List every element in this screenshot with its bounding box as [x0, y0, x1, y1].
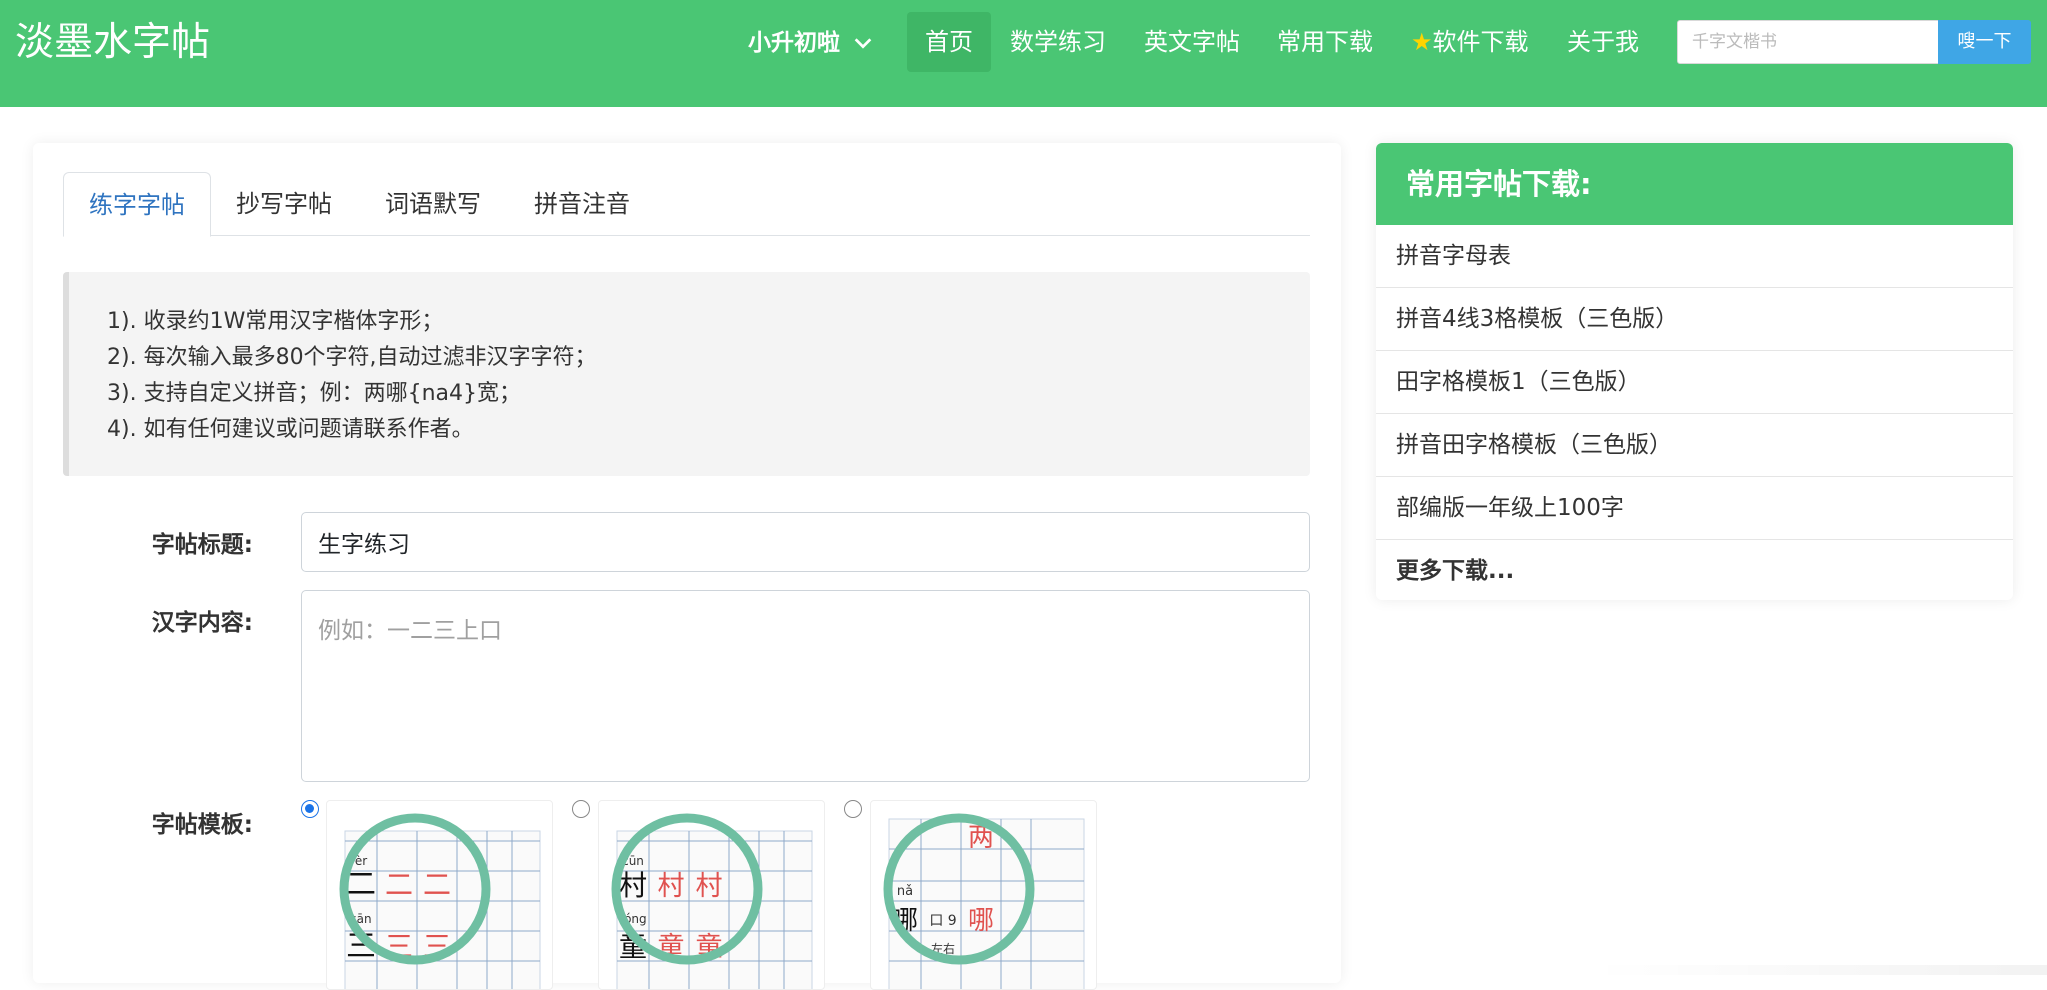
- downloads-sidebar: 常用字帖下载: 拼音字母表 拼音4线3格模板（三色版） 田字格模板1（三色版） …: [1376, 143, 2013, 600]
- star-icon: ★: [1411, 28, 1433, 56]
- sidebar-item-pinyin-tian-grid-template[interactable]: 拼音田字格模板（三色版）: [1376, 414, 2013, 477]
- svg-text:二: 二: [385, 868, 413, 901]
- template-preview-1[interactable]: 二 二 二 èr sān 三 三 三: [326, 800, 553, 990]
- nav-software-download[interactable]: ★软件下载: [1393, 12, 1547, 72]
- svg-text:二: 二: [423, 868, 451, 901]
- search-button[interactable]: 嗖一下: [1938, 20, 2031, 64]
- top-navbar: 淡墨水字帖 小升初啦 首页 数学练习 英文字帖 常用下载 ★软件下载 关于我 嗖…: [0, 0, 2047, 107]
- tab-copy-writing[interactable]: 抄写字帖: [211, 172, 357, 237]
- tab-practice-copybook[interactable]: 练字字帖: [63, 172, 211, 237]
- template-preview-image: cūn 村 村 村 tóng 童 童 童: [611, 813, 813, 989]
- nav-common-downloads[interactable]: 常用下载: [1259, 12, 1391, 72]
- template-char: 村: [619, 869, 647, 902]
- content-textarea[interactable]: [301, 590, 1310, 782]
- title-label: 字帖标题:: [151, 532, 253, 558]
- template-radio-1[interactable]: [301, 800, 319, 818]
- page-edge-shadow: [1590, 965, 2047, 975]
- tab-pinyin-annotation[interactable]: 拼音注音: [509, 172, 655, 237]
- mode-tabs: 练字字帖 抄写字帖 词语默写 拼音注音: [63, 172, 1310, 237]
- grade-dropdown-label: 小升初啦: [748, 30, 840, 56]
- instruction-line: 1). 收录约1W常用汉字楷体字形；: [107, 309, 444, 334]
- site-brand[interactable]: 淡墨水字帖: [15, 18, 210, 68]
- svg-text:村: 村: [658, 871, 685, 902]
- nav-math-practice[interactable]: 数学练习: [992, 12, 1124, 72]
- nav-home[interactable]: 首页: [907, 12, 991, 72]
- search-input[interactable]: [1677, 20, 1939, 64]
- sidebar-item-pinyin-alphabet[interactable]: 拼音字母表: [1376, 225, 2013, 288]
- sidebar-item-tian-grid-template[interactable]: 田字格模板1（三色版）: [1376, 351, 2013, 414]
- template-label: 字帖模板:: [151, 812, 253, 838]
- nav-about-me[interactable]: 关于我: [1549, 12, 1657, 72]
- sidebar-more-downloads[interactable]: 更多下载...: [1376, 540, 2013, 600]
- content-label: 汉字内容:: [151, 610, 253, 636]
- instruction-line: 3). 支持自定义拼音；例：两哪{na4}宽；: [107, 381, 521, 406]
- template-preview-2[interactable]: cūn 村 村 村 tóng 童 童 童: [598, 800, 825, 990]
- nav-english-copybook[interactable]: 英文字帖: [1126, 12, 1258, 72]
- template-preview-image: 二 二 二 èr sān 三 三 三: [339, 813, 541, 989]
- svg-text:村: 村: [696, 871, 723, 902]
- sidebar-item-pinyin-4line-template[interactable]: 拼音4线3格模板（三色版）: [1376, 288, 2013, 351]
- template-pinyin: nǎ: [897, 884, 913, 899]
- tab-word-dictation[interactable]: 词语默写: [360, 172, 506, 237]
- instruction-line: 2). 每次输入最多80个字符,自动过滤非汉字字符；: [107, 345, 597, 370]
- sidebar-item-grade1-100-chars[interactable]: 部编版一年级上100字: [1376, 477, 2013, 540]
- template-radio-3[interactable]: [844, 800, 862, 818]
- instructions-box: 1). 收录约1W常用汉字楷体字形； 2). 每次输入最多80个字符,自动过滤非…: [63, 272, 1310, 476]
- title-input[interactable]: [301, 512, 1310, 572]
- sidebar-title: 常用字帖下载:: [1376, 143, 2013, 225]
- template-preview-image: 两 nǎ 口 9 左右 哪 哪: [883, 813, 1085, 989]
- chevron-down-icon: [854, 38, 872, 49]
- grade-dropdown[interactable]: 小升初啦: [748, 24, 874, 62]
- template-preview-3[interactable]: 两 nǎ 口 9 左右 哪 哪: [870, 800, 1097, 990]
- template-radio-2[interactable]: [572, 800, 590, 818]
- nav-software-download-label: 软件下载: [1432, 28, 1529, 56]
- instruction-line: 4). 如有任何建议或问题请联系作者。: [107, 417, 474, 442]
- template-stroke-info: 口 9: [929, 913, 956, 929]
- svg-text:哪: 哪: [968, 906, 994, 936]
